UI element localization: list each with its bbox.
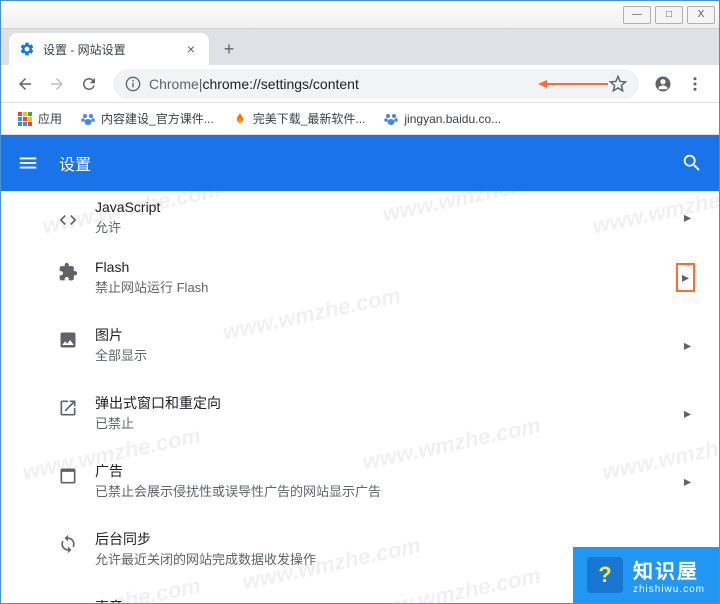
forward-button[interactable] [43,70,71,98]
reload-button[interactable] [75,70,103,98]
setting-sublabel: 已禁止 [95,415,680,433]
ads-icon [57,465,79,487]
maximize-button[interactable]: □ [655,6,683,24]
browser-window: — □ X 设置 - 网站设置 × + Chrome | chrome://se… [0,0,720,604]
header-title: 设置 [59,151,681,175]
flame-icon [232,111,248,127]
setting-row-image[interactable]: 图片全部显示▸ [1,311,719,379]
setting-label: Flash [95,257,676,277]
popup-icon [57,397,79,419]
setting-row-popup[interactable]: 弹出式窗口和重定向已禁止▸ [1,379,719,447]
apps-label: 应用 [38,110,62,127]
setting-row-puzzle[interactable]: Flash 禁止网站运行 Flash▸ [1,243,719,311]
chevron-right-icon: ▸ [676,263,695,292]
image-icon [57,329,79,351]
apps-icon [17,111,33,127]
sound-icon [57,601,79,603]
bookmark-label: 完美下载_最新软件... [253,110,366,127]
settings-content[interactable]: www.wmzhe.comwww.wmzhe.comwww.wmzhe.comw… [1,191,719,603]
tab-title: 设置 - 网站设置 [43,41,183,58]
bookmarks-bar: 应用 内容建设_官方课件... 完美下载_最新软件... jingyan.bai… [1,103,719,135]
close-window-button[interactable]: X [687,6,715,24]
setting-label: 广告 [95,461,680,481]
toolbar: Chrome | chrome://settings/content [1,65,719,103]
setting-label: 弹出式窗口和重定向 [95,393,680,413]
url-text: Chrome | chrome://settings/content [149,76,359,92]
paw-icon [383,111,399,127]
setting-row-code[interactable]: JavaScript 允许▸ [1,191,719,243]
back-button[interactable] [11,70,39,98]
close-tab-icon[interactable]: × [183,41,199,57]
new-tab-button[interactable]: + [215,35,243,63]
bookmark-label: jingyan.baidu.co... [404,112,501,126]
gear-icon [19,41,35,57]
bookmark-item[interactable]: 完美下载_最新软件... [226,106,372,131]
search-icon[interactable] [681,152,703,174]
setting-sublabel: 已禁止会展示侵扰性或误导性广告的网站显示广告 [95,483,680,501]
setting-sublabel: 允许 [95,219,680,237]
chevron-right-icon: ▸ [680,401,695,426]
hamburger-icon[interactable] [17,152,39,174]
setting-label: JavaScript [95,197,680,217]
code-icon [57,209,79,231]
bookmark-label: 内容建设_官方课件... [101,110,214,127]
browser-tab[interactable]: 设置 - 网站设置 × [9,33,209,65]
address-bar[interactable]: Chrome | chrome://settings/content [113,69,639,99]
chevron-right-icon: ▸ [680,205,695,230]
apps-button[interactable]: 应用 [11,106,68,131]
setting-label: 后台同步 [95,529,680,549]
sync-icon [57,533,79,555]
profile-icon[interactable] [649,70,677,98]
brand-name: 知识屋 [633,555,705,584]
setting-label: 图片 [95,325,680,345]
minimize-button[interactable]: — [623,6,651,24]
brand-badge: ? 知识屋 zhishiwu.com [573,547,719,603]
tab-strip: 设置 - 网站设置 × + [1,29,719,65]
puzzle-icon [57,261,79,283]
brand-logo-icon: ? [587,557,623,593]
info-icon [125,76,141,92]
annotation-arrow-icon [533,74,613,94]
setting-sublabel: 全部显示 [95,347,680,365]
bookmark-item[interactable]: 内容建设_官方课件... [74,106,220,131]
setting-row-ads[interactable]: 广告已禁止会展示侵扰性或误导性广告的网站显示广告▸ [1,447,719,515]
bookmark-item[interactable]: jingyan.baidu.co... [377,107,507,131]
brand-url: zhishiwu.com [633,584,705,595]
settings-header: 设置 [1,135,719,191]
window-titlebar: — □ X [1,1,719,29]
bookmark-star-icon[interactable] [609,75,627,93]
chevron-right-icon: ▸ [680,333,695,358]
menu-button[interactable] [681,70,709,98]
setting-sublabel: 禁止网站运行 Flash [95,279,676,297]
paw-icon [80,111,96,127]
chevron-right-icon: ▸ [680,469,695,494]
